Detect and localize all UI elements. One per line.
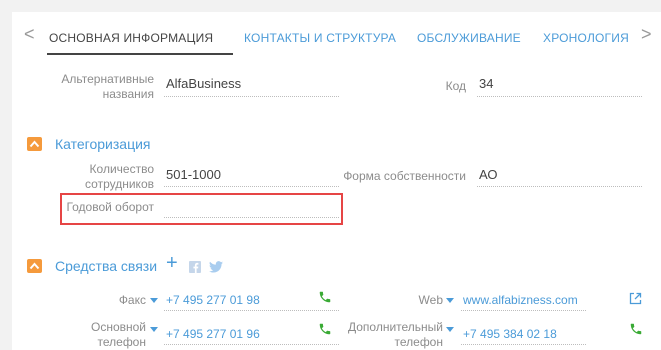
ownership-label: Форма собственности — [343, 169, 466, 183]
twitter-icon[interactable] — [209, 260, 223, 278]
extra-phone-label-line2: телефон — [394, 335, 444, 349]
phone-call-icon[interactable] — [318, 290, 332, 309]
main-phone-value[interactable]: +7 495 277 01 96 — [166, 327, 260, 341]
annual-turnover-field-line[interactable] — [164, 217, 339, 218]
communication-section-title[interactable]: Средства связи — [55, 258, 157, 274]
tab-history[interactable]: ХРОНОЛОГИЯ — [543, 31, 629, 45]
main-phone-label-line2: телефон — [97, 335, 147, 349]
web-label: Web — [418, 293, 443, 307]
main-phone-label-line1: Основной — [90, 320, 146, 334]
add-communication-plus-icon[interactable]: + — [166, 252, 178, 275]
alt-names-value[interactable]: AlfaBusiness — [166, 76, 241, 91]
main-phone-field-line — [164, 344, 339, 345]
annual-turnover-label: Годовой оборот — [66, 200, 154, 214]
extra-phone-type-dropdown-caret[interactable] — [446, 327, 454, 332]
extra-phone-label: Дополнительный телефон — [342, 320, 443, 350]
alt-names-label-line1: Альтернативные — [61, 72, 154, 86]
active-tab-underline — [47, 53, 233, 55]
web-value[interactable]: www.alfabizness.com — [463, 293, 578, 307]
chevron-up-icon — [29, 262, 40, 270]
employees-value[interactable]: 501-1000 — [166, 167, 221, 182]
code-value[interactable]: 34 — [479, 76, 493, 91]
code-label: Код — [445, 79, 466, 93]
tab-bar: < ОСНОВНАЯ ИНФОРМАЦИЯ КОНТАКТЫ И СТРУКТУ… — [12, 12, 661, 56]
fax-type-dropdown-caret[interactable] — [150, 298, 158, 303]
alt-names-label-line2: названия — [102, 87, 154, 101]
categorization-collapse-toggle[interactable] — [27, 137, 42, 151]
alt-names-label: Альтернативные названия — [42, 72, 154, 102]
tabs-prev-arrow[interactable]: < — [24, 25, 35, 43]
employees-field-line — [164, 186, 339, 187]
extra-phone-value[interactable]: +7 495 384 02 18 — [463, 327, 557, 341]
fax-value[interactable]: +7 495 277 01 98 — [166, 293, 260, 307]
phone-call-icon[interactable] — [629, 322, 643, 341]
main-phone-type-dropdown-caret[interactable] — [150, 327, 158, 332]
categorization-section-title[interactable]: Категоризация — [55, 136, 151, 152]
extra-phone-field-line — [461, 344, 586, 345]
fax-field-line — [164, 310, 339, 311]
code-field-line — [477, 96, 642, 97]
employees-label-line1: Количество — [89, 162, 154, 176]
chevron-up-icon — [29, 140, 40, 148]
open-link-icon[interactable] — [629, 292, 642, 310]
facebook-icon[interactable] — [189, 260, 201, 278]
ownership-field-line — [477, 186, 642, 187]
alt-names-field-line — [164, 96, 339, 97]
main-phone-label: Основной телефон — [62, 320, 146, 350]
communication-collapse-toggle[interactable] — [27, 259, 42, 273]
phone-call-icon[interactable] — [318, 322, 332, 341]
web-field-line — [461, 310, 586, 311]
ownership-value[interactable]: АО — [479, 167, 498, 182]
tab-main-info[interactable]: ОСНОВНАЯ ИНФОРМАЦИЯ — [49, 31, 213, 45]
employees-label-line2: сотрудников — [85, 177, 154, 191]
tab-service[interactable]: ОБСЛУЖИВАНИЕ — [417, 31, 521, 45]
fax-label: Факс — [118, 293, 146, 307]
employees-label: Количество сотрудников — [42, 162, 154, 192]
account-page-card: < ОСНОВНАЯ ИНФОРМАЦИЯ КОНТАКТЫ И СТРУКТУ… — [12, 12, 661, 350]
web-type-dropdown-caret[interactable] — [446, 298, 454, 303]
tab-contacts-structure[interactable]: КОНТАКТЫ И СТРУКТУРА — [244, 31, 396, 45]
tabs-next-arrow[interactable]: > — [641, 25, 652, 43]
extra-phone-label-line1: Дополнительный — [347, 320, 443, 334]
